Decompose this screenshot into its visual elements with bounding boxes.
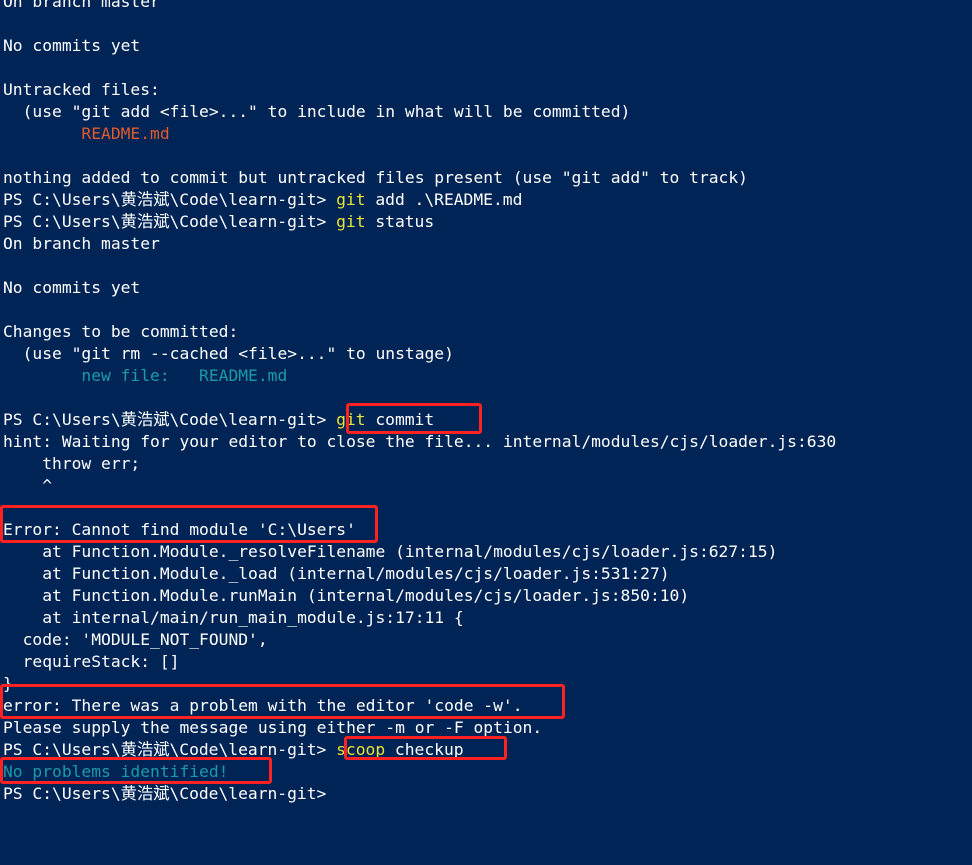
- terminal-text: Untracked files:: [3, 80, 160, 99]
- terminal-text: (use "git add <file>..." to include in w…: [3, 102, 631, 121]
- terminal-text: at Function.Module.runMain (internal/mod…: [3, 586, 690, 605]
- terminal-line: Untracked files:: [3, 79, 160, 101]
- highlight-cannot-find-module: [0, 505, 378, 543]
- terminal-text: git: [336, 190, 366, 209]
- terminal-line: at Function.Module.runMain (internal/mod…: [3, 585, 689, 607]
- terminal-text: status: [365, 212, 435, 231]
- terminal-line: at Function.Module._load (internal/modul…: [3, 563, 670, 585]
- highlight-editor-problem: [0, 684, 565, 719]
- terminal-line: ^: [3, 475, 52, 497]
- terminal-text: at internal/main/run_main_module.js:17:1…: [3, 608, 464, 627]
- terminal-text: git: [336, 212, 366, 231]
- terminal-line: PS C:\Users\黄浩斌\Code\learn-git> git add …: [3, 189, 522, 211]
- terminal-line: README.md: [3, 123, 170, 145]
- powershell-terminal[interactable]: On branch master No commits yet Untracked …: [0, 0, 972, 865]
- terminal-line: (use "git rm --cached <file>..." to unst…: [3, 343, 454, 365]
- terminal-text: new file: README.md: [3, 366, 288, 385]
- terminal-line: PS C:\Users\黄浩斌\Code\learn-git>: [3, 783, 326, 805]
- terminal-text: On branch master: [3, 234, 160, 253]
- terminal-line: No commits yet: [3, 35, 140, 57]
- highlight-scoop-checkup: [344, 736, 507, 760]
- terminal-line: On branch master: [3, 0, 160, 13]
- terminal-text: PS C:\Users\黄浩斌\Code\learn-git>: [3, 190, 337, 209]
- terminal-text: (use "git rm --cached <file>..." to unst…: [3, 344, 454, 363]
- terminal-line: hint: Waiting for your editor to close t…: [3, 431, 836, 453]
- terminal-line: new file: README.md: [3, 365, 287, 387]
- terminal-text: On branch master: [3, 0, 160, 11]
- terminal-line: at internal/main/run_main_module.js:17:1…: [3, 607, 464, 629]
- terminal-text: at Function.Module._load (internal/modul…: [3, 564, 670, 583]
- terminal-text: No commits yet: [3, 36, 141, 55]
- terminal-line: code: 'MODULE_NOT_FOUND',: [3, 629, 268, 651]
- terminal-text: requireStack: []: [3, 652, 180, 671]
- terminal-text: PS C:\Users\黄浩斌\Code\learn-git>: [3, 410, 337, 429]
- highlight-git-commit: [346, 403, 482, 434]
- terminal-line: No commits yet: [3, 277, 140, 299]
- terminal-text: Changes to be committed:: [3, 322, 239, 341]
- terminal-text: PS C:\Users\黄浩斌\Code\learn-git>: [3, 784, 327, 803]
- terminal-text: code: 'MODULE_NOT_FOUND',: [3, 630, 268, 649]
- terminal-text: add .\README.md: [365, 190, 523, 209]
- terminal-line: On branch master: [3, 233, 160, 255]
- terminal-line: Changes to be committed:: [3, 321, 238, 343]
- terminal-text: throw err;: [3, 454, 141, 473]
- terminal-line: requireStack: []: [3, 651, 180, 673]
- terminal-text: at Function.Module._resolveFilename (int…: [3, 542, 778, 561]
- terminal-text: Please supply the message using either -…: [3, 718, 543, 737]
- terminal-line: PS C:\Users\黄浩斌\Code\learn-git> git stat…: [3, 211, 434, 233]
- terminal-line: (use "git add <file>..." to include in w…: [3, 101, 631, 123]
- terminal-line: nothing added to commit but untracked fi…: [3, 167, 748, 189]
- terminal-text: nothing added to commit but untracked fi…: [3, 168, 748, 187]
- terminal-text: No commits yet: [3, 278, 141, 297]
- terminal-line: throw err;: [3, 453, 140, 475]
- terminal-text: PS C:\Users\黄浩斌\Code\learn-git>: [3, 212, 337, 231]
- terminal-text: README.md: [3, 124, 170, 143]
- terminal-text: hint: Waiting for your editor to close t…: [3, 432, 837, 451]
- terminal-text: ^: [3, 476, 53, 495]
- terminal-line: at Function.Module._resolveFilename (int…: [3, 541, 777, 563]
- highlight-no-problems: [0, 757, 272, 784]
